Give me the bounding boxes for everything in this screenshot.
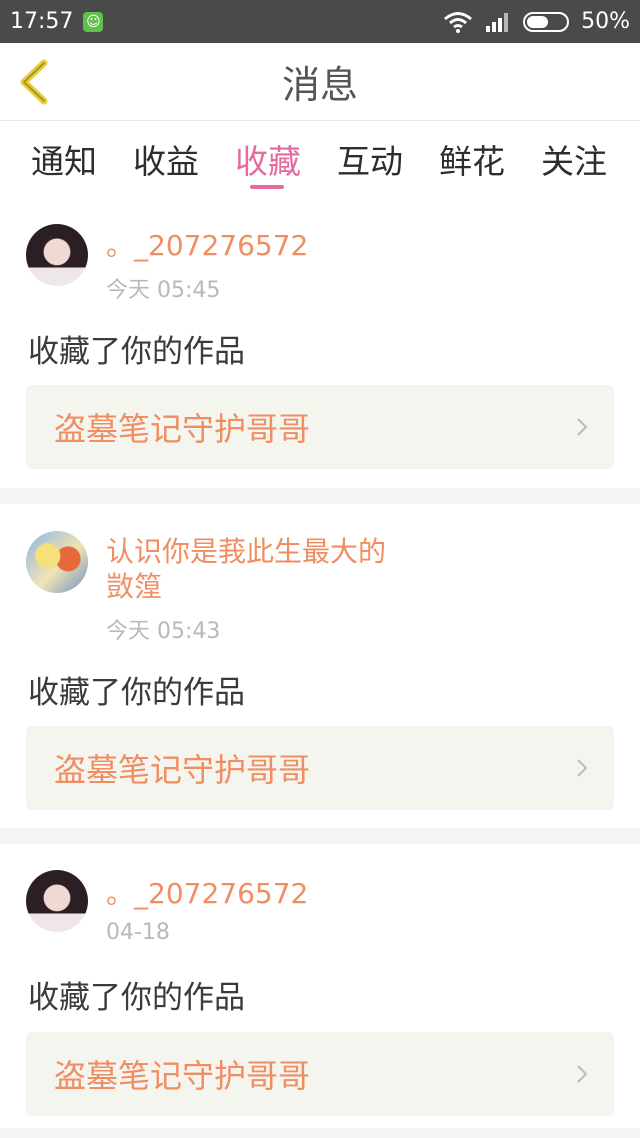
battery-percent: 50% — [581, 9, 630, 34]
message-time: 今天 05:45 — [106, 278, 221, 303]
tab-follows[interactable]: 关注 — [536, 121, 612, 197]
status-bar: 17:57 ☺ 50% — [0, 0, 640, 43]
chevron-right-icon — [577, 1065, 588, 1083]
tab-label: 收藏 — [235, 142, 301, 181]
tab-flowers[interactable]: 鲜花 — [434, 121, 510, 197]
avatar[interactable] — [26, 224, 88, 286]
work-title: 盗墓笔记守护哥哥 — [54, 410, 311, 448]
tab-interactions[interactable]: 互动 — [332, 121, 408, 197]
avatar[interactable] — [26, 531, 88, 593]
status-right: 50% — [443, 9, 630, 34]
message-item: 。_207276572 今天 05:45 收藏了你的作品 盗墓笔记守护哥哥 — [0, 200, 640, 488]
message-time: 04-18 — [106, 920, 170, 945]
battery-icon — [523, 11, 570, 32]
work-link[interactable]: 盗墓笔记守护哥哥 — [26, 726, 614, 810]
app-notification-icon: ☺ — [83, 11, 104, 32]
chevron-right-icon — [577, 759, 588, 777]
avatar[interactable] — [26, 870, 88, 932]
username-line-1[interactable]: 认识你是莪此生最大的 — [106, 534, 386, 570]
wifi-icon — [444, 11, 473, 33]
tab-label: 通知 — [31, 142, 97, 181]
chevron-right-icon — [577, 418, 588, 436]
work-title: 盗墓笔记守护哥哥 — [54, 751, 311, 789]
work-title: 盗墓笔记守护哥哥 — [54, 1057, 311, 1095]
tab-label: 收益 — [133, 142, 199, 181]
active-tab-indicator — [250, 185, 284, 189]
page-title: 消息 — [281, 63, 358, 107]
message-action: 收藏了你的作品 — [28, 334, 245, 370]
message-item: 认识你是莪此生最大的 敳篞 今天 05:43 收藏了你的作品 盗墓笔记守护哥哥 — [0, 504, 640, 828]
tab-earnings[interactable]: 收益 — [128, 121, 204, 197]
message-action: 收藏了你的作品 — [28, 980, 245, 1016]
message-action: 收藏了你的作品 — [28, 675, 245, 711]
message-time: 今天 05:43 — [106, 619, 221, 644]
signal-icon — [486, 12, 509, 32]
message-tabs: 通知 收益 收藏 互动 鲜花 关注 — [0, 121, 640, 197]
tab-label: 关注 — [541, 142, 607, 181]
work-link[interactable]: 盗墓笔记守护哥哥 — [26, 385, 614, 469]
tab-label: 互动 — [337, 142, 403, 181]
tab-label: 鲜花 — [439, 142, 505, 181]
tab-notifications[interactable]: 通知 — [26, 121, 102, 197]
status-time: 17:57 — [10, 9, 74, 34]
message-item: 。_207276572 04-18 收藏了你的作品 盗墓笔记守护哥哥 — [0, 844, 640, 1124]
tab-favorites[interactable]: 收藏 — [230, 121, 306, 197]
divider — [0, 1128, 640, 1138]
divider — [0, 828, 640, 844]
top-app-bar: 消息 — [0, 43, 640, 121]
username[interactable]: 。_207276572 — [106, 876, 308, 912]
divider — [0, 488, 640, 504]
back-arrow-icon[interactable] — [14, 57, 58, 107]
username[interactable]: 。_207276572 — [106, 228, 308, 264]
username-line-2[interactable]: 敳篞 — [106, 569, 162, 605]
work-link[interactable]: 盗墓笔记守护哥哥 — [26, 1032, 614, 1116]
